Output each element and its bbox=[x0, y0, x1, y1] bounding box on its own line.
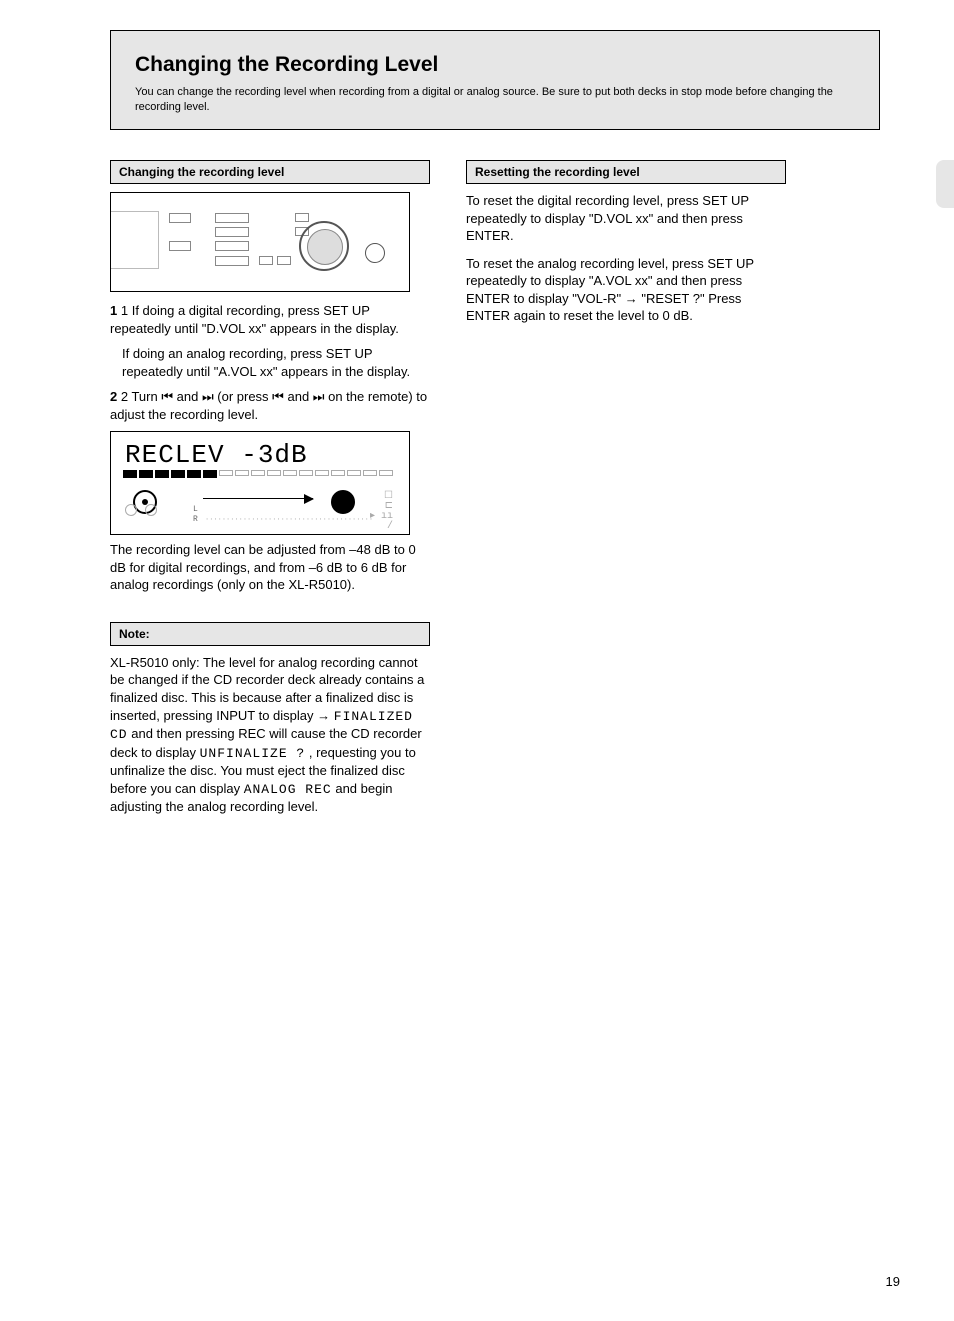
note-rec-range: The recording level can be adjusted from… bbox=[110, 541, 430, 594]
note-finalized: XL-R5010 only: The level for analog reco… bbox=[110, 654, 430, 816]
lcd-progress-bars bbox=[123, 470, 393, 478]
step-1a-text: 1 If doing a digital recording, press SE… bbox=[110, 303, 399, 336]
lcd-inline-2: UNFINALIZE ? bbox=[200, 746, 306, 761]
right-arrow-icon: → bbox=[625, 290, 638, 308]
section-header-change-level: Changing the recording level bbox=[110, 160, 430, 184]
prev-track-icon: ⏮ bbox=[161, 389, 173, 404]
step-2: 2 2 Turn ⏮ and ⏭ (or press ⏮ and ⏭ on th… bbox=[110, 388, 430, 423]
step-2-text-b: (or press bbox=[214, 389, 273, 404]
page-number: 19 bbox=[886, 1273, 900, 1291]
reset-digital-text: To reset the digital recording level, pr… bbox=[466, 192, 786, 245]
lcd-meter: LR ·····································… bbox=[193, 505, 373, 527]
lcd-display: RECLEV -3dB LR ·························… bbox=[110, 431, 410, 535]
step-1b: If doing an analog recording, press SET … bbox=[110, 345, 430, 380]
right-arrow-icon: → bbox=[317, 707, 330, 725]
left-column: Changing the recording level 1 1 If doin… bbox=[110, 160, 430, 826]
next-track-icon: ⏭ bbox=[202, 389, 214, 404]
title-box: Changing the Recording Level You can cha… bbox=[110, 30, 880, 130]
disc-small-icon bbox=[125, 504, 137, 516]
page-subtitle: You can change the recording level when … bbox=[135, 85, 855, 115]
step-1a: 1 1 If doing a digital recording, press … bbox=[110, 302, 430, 337]
right-column: Resetting the recording level To reset t… bbox=[466, 160, 786, 826]
lcd-inline-3: ANALOG REC bbox=[244, 782, 332, 797]
arrow-icon bbox=[203, 498, 313, 499]
lcd-side-glyphs: ☐⊏▸ ıı/ bbox=[370, 492, 393, 532]
reset-analog-text: To reset the analog recording level, pre… bbox=[466, 255, 786, 325]
section-header-note: Note: bbox=[110, 622, 430, 646]
prev-track-icon: ⏮ bbox=[272, 389, 284, 404]
section-header-reset: Resetting the recording level bbox=[466, 160, 786, 184]
next-track-icon: ⏭ bbox=[313, 389, 325, 404]
lcd-main-text: RECLEV -3dB bbox=[125, 438, 308, 473]
device-illustration bbox=[110, 192, 410, 292]
page-tab bbox=[936, 160, 954, 208]
disc-small-icon bbox=[145, 504, 157, 516]
page-title: Changing the Recording Level bbox=[135, 51, 855, 79]
step-2-text-a: 2 Turn bbox=[121, 389, 161, 404]
